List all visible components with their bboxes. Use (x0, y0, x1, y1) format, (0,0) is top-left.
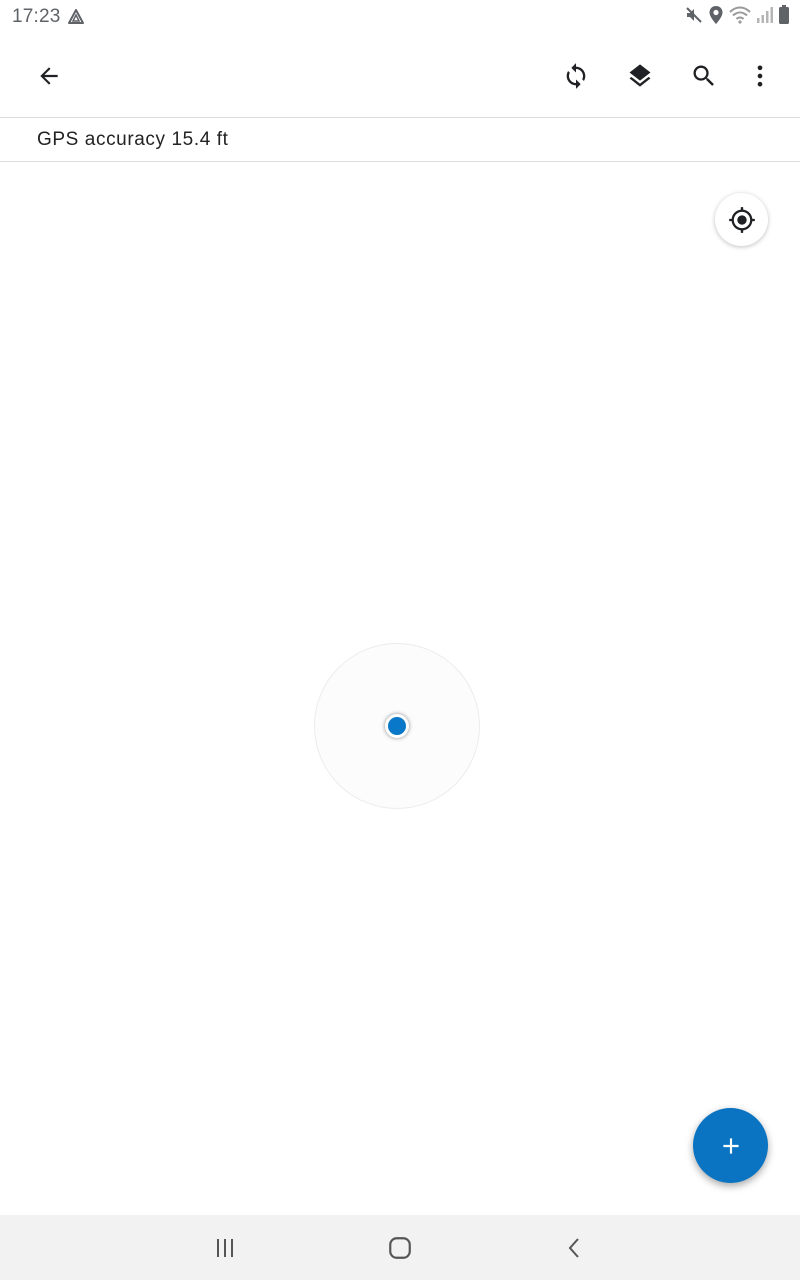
current-location-dot (385, 714, 409, 738)
status-time: 17:23 (12, 6, 61, 27)
system-nav-bar (0, 1215, 800, 1280)
home-button[interactable] (376, 1227, 424, 1269)
battery-icon (778, 4, 790, 30)
my-location-button[interactable] (715, 193, 768, 246)
wifi-icon (728, 5, 752, 30)
back-arrow-icon (40, 67, 58, 85)
drive-icon (67, 8, 85, 26)
add-feature-button[interactable] (693, 1108, 768, 1183)
nav-back-button[interactable] (551, 1227, 599, 1269)
gps-accuracy-bar: GPS accuracy 15.4 ft (0, 118, 800, 162)
back-button[interactable] (25, 52, 73, 100)
app-bar (0, 34, 800, 118)
sync-icon (566, 63, 586, 89)
home-icon (389, 1237, 411, 1259)
recents-button[interactable] (201, 1227, 249, 1269)
map-view[interactable] (0, 162, 800, 1215)
status-icons (684, 4, 790, 30)
recents-icon (217, 1239, 233, 1257)
status-bar: 17:23 (0, 0, 800, 34)
my-location-icon (728, 206, 755, 233)
mute-icon (684, 5, 704, 30)
search-button[interactable] (680, 52, 728, 100)
signal-icon (756, 6, 774, 29)
layers-icon (629, 64, 651, 87)
more-vert-icon (757, 65, 763, 87)
layers-button[interactable] (616, 52, 664, 100)
sync-button[interactable] (552, 52, 600, 100)
location-icon (708, 5, 724, 30)
more-options-button[interactable] (736, 52, 784, 100)
nav-back-icon (568, 1238, 579, 1258)
plus-icon (722, 1137, 739, 1154)
search-icon (693, 65, 714, 86)
gps-accuracy-text: GPS accuracy 15.4 ft (37, 129, 229, 150)
